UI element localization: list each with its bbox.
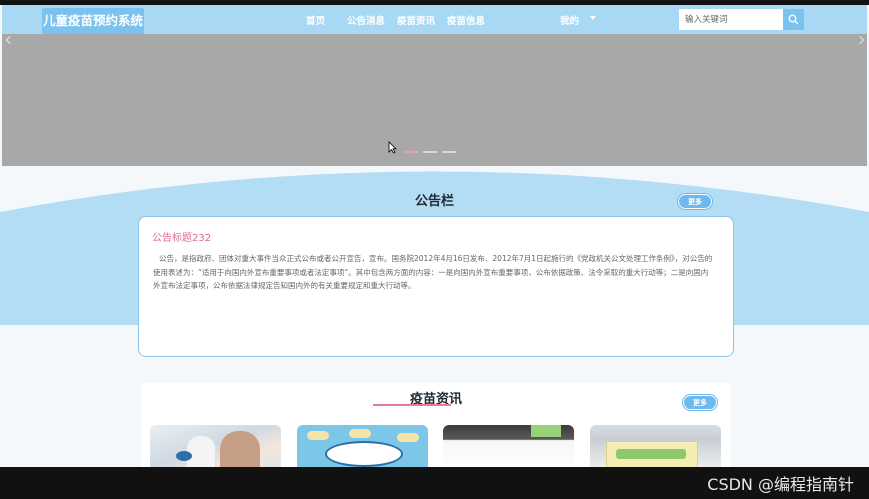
mouse-cursor-icon [388,141,397,154]
news-thumb-1[interactable] [150,425,281,473]
notice-more-button[interactable]: 更多 [678,194,712,209]
nav-home[interactable]: 首页 [306,13,325,27]
search-input[interactable] [679,9,783,30]
news-more-button[interactable]: 更多 [683,395,717,410]
infographic-tag [307,431,329,440]
news-panel: 疫苗资讯 更多 [142,383,730,473]
carousel-next-icon[interactable] [855,35,865,45]
nav-vaccine-news[interactable]: 疫苗资讯 [397,13,435,27]
page-frame: 儿童疫苗预约系统 首页 公告消息 疫苗资讯 疫苗信息 我的 公告栏 更多 公告标… [0,0,869,499]
carousel-prev-icon[interactable] [5,35,15,45]
watermark-text: CSDN @编程指南针 [707,475,854,494]
carousel-dot-3[interactable] [442,151,456,153]
news-thumb-4[interactable] [590,425,721,473]
search-icon [788,14,799,25]
infographic-tag [397,433,419,442]
news-title-underline [373,404,451,406]
site-title[interactable]: 儿童疫苗预约系统 [42,8,144,34]
infographic-tag [349,429,371,438]
photo-cap-shape [176,451,192,461]
notice-body: 公告，是指政府、团体对重大事件当众正式公布或者公开宣告，宣布。国务院2012年4… [153,254,713,290]
search-button[interactable] [783,9,804,30]
top-navbar: 儿童疫苗预约系统 首页 公告消息 疫苗资讯 疫苗信息 我的 [2,5,867,34]
notice-card[interactable]: 公告标题232 公告，是指政府、团体对重大事件当众正式公布或者公开宣告，宣布。国… [138,216,734,357]
news-thumb-3[interactable] [443,425,574,473]
notice-section-title: 公告栏 [414,194,454,209]
carousel-dot-2[interactable] [423,151,437,153]
photo-color-patch [531,425,561,437]
nav-vaccine-info[interactable]: 疫苗信息 [447,13,485,27]
chevron-down-icon [590,16,596,20]
nav-announcements[interactable]: 公告消息 [347,13,385,27]
banner-carousel[interactable] [2,34,867,166]
news-thumb-2[interactable] [297,425,428,473]
nav-me-dropdown[interactable]: 我的 [560,13,579,27]
infographic-center-shape [325,441,403,467]
notice-heading[interactable]: 公告标题232 [152,229,211,244]
poster-heading-shape [616,449,686,459]
carousel-dot-1[interactable] [404,151,418,153]
